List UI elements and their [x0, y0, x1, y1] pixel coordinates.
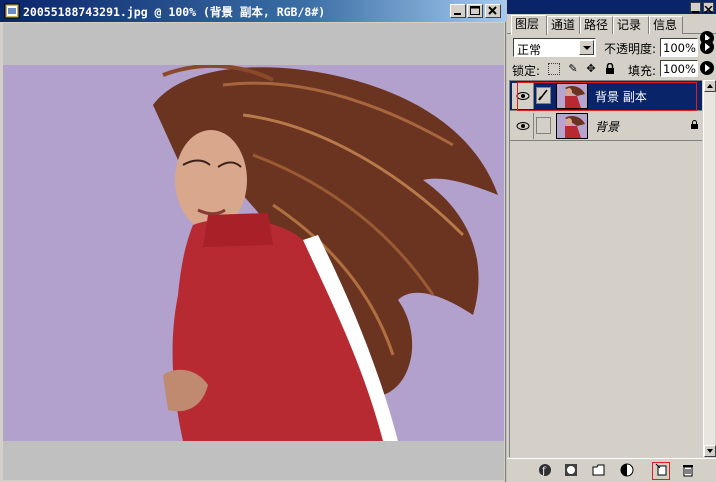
lock-position-icon[interactable]: ✥ [585, 63, 597, 75]
document-window: 20055188743291.jpg @ 100% (背景 副本, RGB/8#… [0, 0, 506, 482]
new-layer-icon[interactable] [652, 462, 670, 480]
mask-icon[interactable] [563, 463, 579, 479]
photoshop-file-icon [4, 3, 20, 19]
fill-slider-arrow-icon[interactable] [700, 61, 714, 75]
minimize-button[interactable] [450, 4, 466, 18]
palette-tabs: 图层 通道 路径 记录 信息 [507, 14, 716, 45]
tab-channels[interactable]: 通道 [547, 16, 580, 34]
selection-highlight [517, 82, 697, 111]
opacity-input[interactable]: 100% [660, 38, 698, 57]
lock-icon [606, 62, 614, 74]
close-icon [488, 6, 497, 15]
scroll-down-icon[interactable] [704, 445, 716, 457]
blend-mode-value: 正常 [517, 43, 542, 57]
document-photo[interactable] [3, 65, 504, 441]
canvas-area[interactable] [3, 23, 504, 480]
maximize-icon [470, 6, 480, 15]
lock-all-icon[interactable] [604, 62, 616, 75]
opacity-label: 不透明度: [604, 42, 657, 56]
layer-lock-icon [690, 120, 699, 133]
layers-palette: 图层 通道 路径 记录 信息 正常 不透明度: 100% 锁定: ✎ ✥ 填充:… [507, 0, 716, 482]
visibility-eye-icon[interactable] [512, 113, 534, 139]
layer-style-icon[interactable]: ƒ [537, 463, 553, 479]
tab-history[interactable]: 记录 [613, 16, 649, 34]
layers-list: 背景 副本 背景 [509, 80, 702, 457]
blend-mode-select[interactable]: 正常 [513, 38, 596, 57]
layer-name[interactable]: 背景 [595, 118, 619, 135]
layer-row-background[interactable]: 背景 [510, 111, 702, 141]
minimize-icon [692, 11, 699, 13]
link-slot[interactable] [536, 117, 551, 134]
layer-thumbnail [556, 113, 588, 139]
minimize-icon [454, 13, 461, 15]
document-title: 20055188743291.jpg @ 100% (背景 副本, RGB/8#… [23, 5, 326, 19]
tab-info[interactable]: 信息 [649, 16, 683, 34]
palette-close-button[interactable] [703, 2, 714, 14]
document-titlebar[interactable]: 20055188743291.jpg @ 100% (背景 副本, RGB/8#… [0, 0, 506, 22]
scroll-up-icon[interactable] [704, 80, 716, 92]
layers-scrollbar[interactable] [703, 80, 716, 457]
lock-image-pixels-icon[interactable]: ✎ [567, 63, 579, 75]
lock-label: 锁定: [512, 64, 541, 78]
fill-input[interactable]: 100% [660, 60, 698, 77]
maximize-button[interactable] [467, 4, 483, 18]
fill-label: 填充: [628, 64, 657, 78]
adjustment-layer-icon[interactable] [619, 463, 635, 479]
opacity-slider-arrow-icon[interactable] [700, 40, 714, 54]
palette-minimize-button[interactable] [690, 2, 701, 13]
layers-toolbar: ƒ [507, 458, 716, 482]
trash-icon[interactable] [680, 463, 696, 479]
tab-paths[interactable]: 路径 [580, 16, 613, 34]
lock-transparent-pixels-icon[interactable] [548, 63, 560, 75]
group-folder-icon[interactable] [591, 463, 607, 479]
tab-layers[interactable]: 图层 [511, 15, 547, 35]
palette-titlebar[interactable] [507, 0, 716, 14]
chevron-down-icon[interactable] [579, 40, 594, 55]
close-icon [704, 5, 713, 14]
close-button[interactable] [485, 4, 501, 18]
